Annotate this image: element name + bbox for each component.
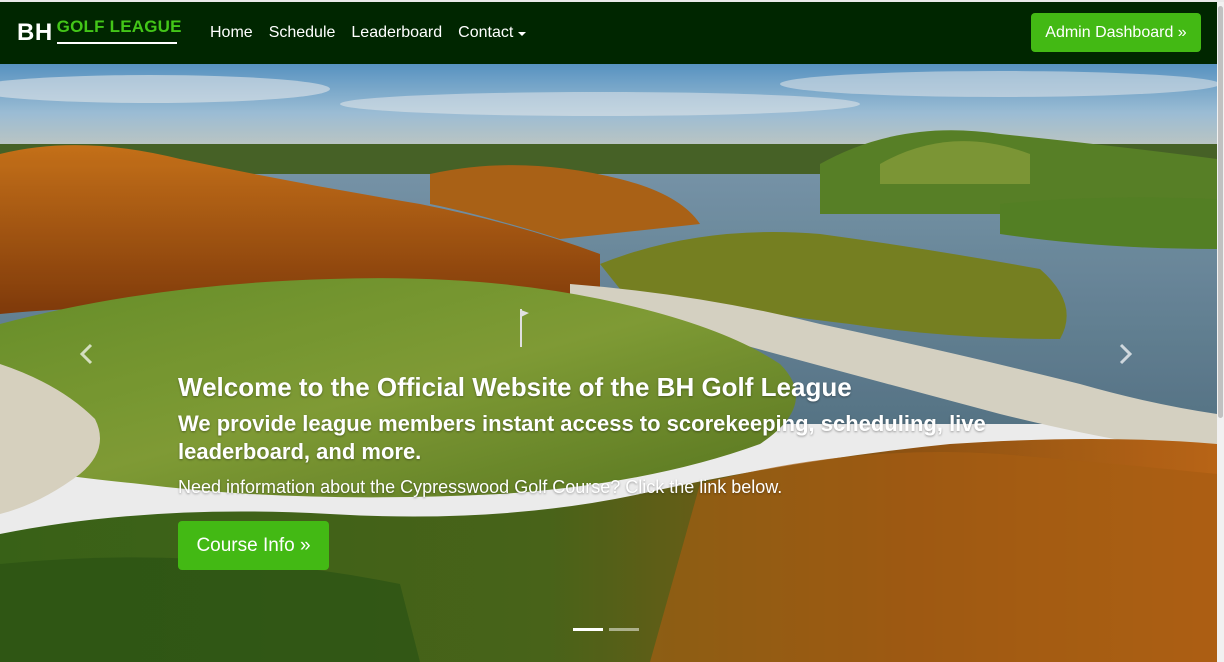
page-scrollbar[interactable] (1217, 2, 1224, 662)
brand-logo[interactable]: BH GOLF LEAGUE (17, 17, 182, 49)
hero-text: Need information about the Cypresswood G… (178, 477, 783, 497)
nav-links: Home Schedule Leaderboard Contact (210, 2, 542, 64)
course-info-button[interactable]: Course Info » (178, 521, 329, 570)
carousel-indicators (573, 628, 645, 631)
brand-prefix: BH (17, 19, 53, 46)
brand-name: GOLF LEAGUE (56, 17, 182, 36)
carousel-next-button[interactable] (1110, 339, 1140, 369)
hero-subtitle: We provide league members instant access… (178, 411, 986, 464)
admin-dashboard-button[interactable]: Admin Dashboard » (1031, 13, 1201, 52)
nav-schedule[interactable]: Schedule (269, 24, 336, 42)
brand-underline (56, 42, 177, 44)
scrollbar-thumb[interactable] (1218, 6, 1223, 418)
hero-title: Welcome to the Official Website of the B… (178, 372, 852, 402)
hero-caption: Welcome to the Official Website of the B… (178, 371, 1018, 499)
brand-wordmark: GOLF LEAGUE (56, 17, 182, 44)
hero-carousel: Welcome to the Official Website of the B… (0, 64, 1217, 662)
carousel-indicator-2[interactable] (609, 628, 639, 631)
carousel-prev-button[interactable] (72, 339, 102, 369)
carousel-indicator-1[interactable] (573, 628, 603, 631)
caret-down-icon (518, 31, 527, 36)
nav-home[interactable]: Home (210, 24, 253, 42)
chevron-right-icon (1119, 343, 1133, 365)
chevron-left-icon (79, 343, 93, 365)
top-navbar: BH GOLF LEAGUE Home Schedule Leaderboard… (0, 2, 1217, 64)
hero-overlay (0, 64, 1217, 662)
nav-contact-dropdown[interactable]: Contact (458, 24, 527, 42)
nav-contact-label: Contact (458, 24, 514, 41)
nav-leaderboard[interactable]: Leaderboard (351, 24, 442, 42)
